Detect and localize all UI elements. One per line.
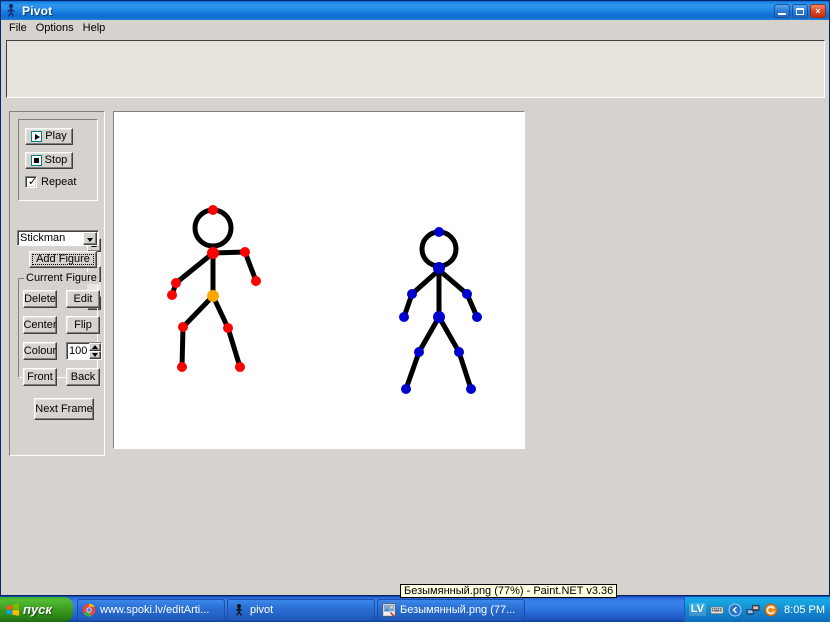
menu-bar: File Options Help [1,20,829,36]
stickman-icon [232,603,246,617]
update-icon[interactable] [764,603,778,617]
menu-help[interactable]: Help [79,21,111,36]
taskbar-item-label: Безымянный.png (77... [400,603,516,616]
network-icon[interactable] [746,603,760,617]
repeat-label: Repeat [41,176,77,188]
play-label: Play [45,130,67,142]
taskbar-item-label: www.spoki.lv/editArti... [100,603,210,616]
windows-flag-icon [5,603,20,617]
stickman-red [169,207,259,370]
figure-size-value: 100 [69,345,88,357]
window-title: Pivot [22,3,53,18]
menu-options[interactable]: Options [32,21,79,36]
add-figure-button[interactable]: Add Figure [29,251,97,268]
title-bar: Pivot × [1,1,829,20]
start-label: пуск [23,602,52,617]
add-figure-label: Add Figure [36,253,90,265]
stop-button[interactable]: Stop [25,152,73,169]
close-button[interactable]: × [810,3,826,18]
back-button[interactable]: Back [66,368,100,386]
close-icon: × [815,5,821,16]
stop-icon [30,155,42,166]
maximize-button[interactable] [792,3,808,18]
system-tray: LV 8:05 PM [683,597,830,622]
stepper-down-icon[interactable] [89,351,101,359]
taskbar-item-pivot[interactable]: pivot [227,598,375,621]
front-label: Front [27,370,53,383]
clock[interactable]: 8:05 PM [784,604,825,616]
play-button[interactable]: Play [25,128,73,145]
stickman-blue [401,229,480,392]
stickman-icon [3,3,19,18]
taskbar: пуск www.spoki.lv/editArti... pivot Безы… [0,596,830,622]
stepper-up-icon[interactable] [89,343,101,351]
colour-button[interactable]: Colour [23,342,57,360]
menu-file[interactable]: File [5,21,32,36]
minimize-button[interactable] [774,3,790,18]
canvas-figures [167,205,482,394]
edit-button[interactable]: Edit [66,290,100,308]
animation-canvas[interactable] [113,111,525,449]
edit-label: Edit [73,292,93,305]
minimize-icon [778,12,786,15]
frames-timeline[interactable] [6,40,825,98]
play-icon [31,131,43,142]
checkbox-box: ✓ [25,176,37,188]
next-frame-button[interactable]: Next Frame [34,398,94,420]
delete-label: Delete [24,292,56,305]
check-icon: ✓ [28,175,38,188]
figure-type-value: Stickman [20,232,66,244]
pivot-window: Pivot × File Options Help Play Stop ✓ Re… [0,0,830,596]
delete-button[interactable]: Delete [23,290,57,308]
language-indicator[interactable]: LV [688,603,707,616]
chevron-left-icon[interactable] [728,603,742,617]
front-button[interactable]: Front [23,368,57,386]
flip-label: Flip [74,318,92,331]
figure-type-select[interactable]: Stickman [17,230,99,246]
paintnet-icon [382,602,396,617]
control-panel: Play Stop ✓ Repeat Stickman Add Figure C… [9,111,105,456]
colour-label: Colour [23,344,57,357]
stepper-buttons [89,343,101,359]
back-label: Back [70,370,96,383]
stop-label: Stop [44,154,68,166]
desktop: Pivot × File Options Help Play Stop ✓ Re… [0,0,830,622]
chrome-icon [82,603,96,617]
keyboard-icon[interactable] [710,603,724,617]
center-button[interactable]: Center [23,316,57,334]
start-button[interactable]: пуск [0,597,73,622]
next-frame-label: Next Frame [35,402,93,415]
repeat-checkbox[interactable]: ✓ Repeat [25,176,76,188]
current-figure-legend: Current Figure [24,272,99,284]
maximize-icon [796,7,804,15]
chevron-down-icon[interactable] [83,231,97,245]
figure-size-stepper[interactable]: 100 [66,342,102,360]
flip-button[interactable]: Flip [66,316,100,334]
taskbar-item-paintnet[interactable]: Безымянный.png (77... [377,598,525,621]
window-buttons: × [772,3,826,18]
taskbar-items: www.spoki.lv/editArti... pivot Безымянны… [73,597,684,622]
taskbar-item-label: pivot [250,603,274,616]
taskbar-tooltip: Безымянный.png (77%) - Paint.NET v3.36 [400,584,618,598]
center-label: Center [23,318,57,331]
taskbar-item-browser[interactable]: www.spoki.lv/editArti... [77,598,225,621]
